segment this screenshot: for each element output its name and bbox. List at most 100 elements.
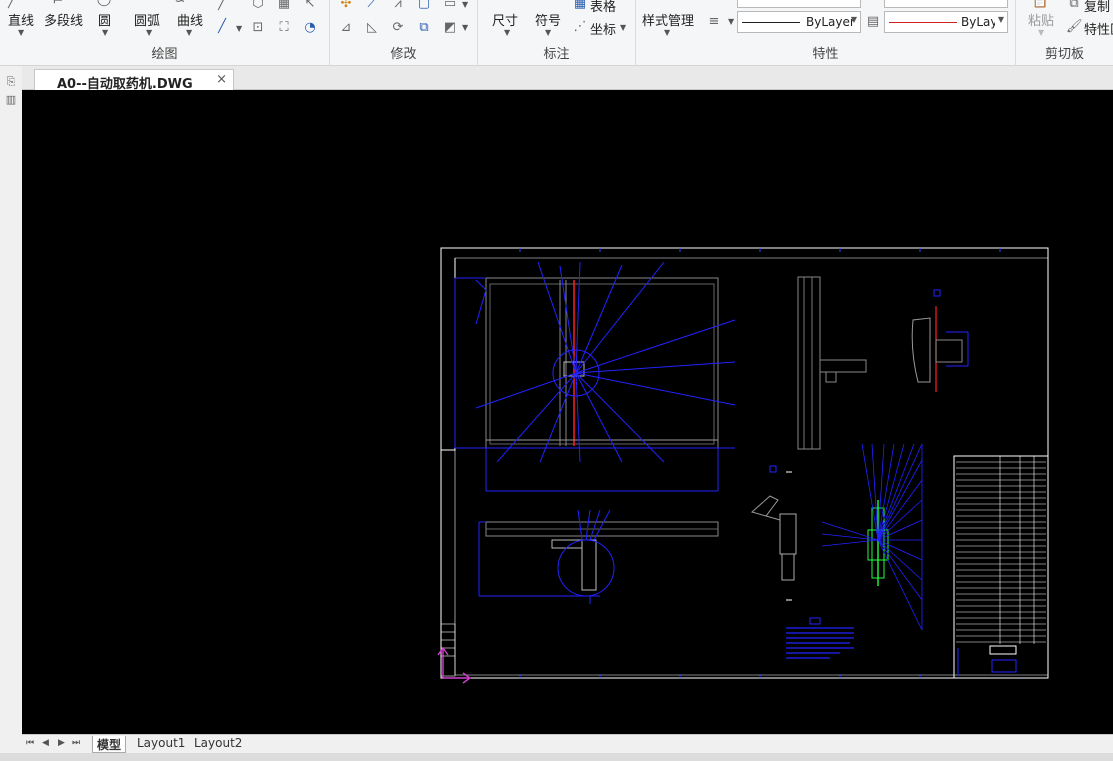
curve-dropdown-caret[interactable]: ▼ xyxy=(186,28,192,37)
rectangle-icon[interactable]: ⊡ xyxy=(250,20,266,36)
sheet-border xyxy=(440,247,1049,679)
circle-button[interactable]: 圆 xyxy=(98,10,111,29)
linetype-value: ByLayer xyxy=(806,15,855,29)
left-toolbar: ⎘ ▥ xyxy=(0,66,22,761)
line-icon: ╱ xyxy=(8,0,16,9)
line-dropdown-caret[interactable]: ▼ xyxy=(18,28,24,37)
hatch-icon[interactable]: ▦ xyxy=(276,0,292,12)
coordinate-icon: ⋰ xyxy=(573,19,587,34)
curve-button[interactable]: 曲线 xyxy=(177,10,203,29)
construction-line-icon[interactable]: ╱ xyxy=(214,19,230,35)
copy-icon: ⧉ xyxy=(1069,0,1079,11)
color-icon[interactable]: ▤ xyxy=(865,14,881,30)
table-button[interactable]: 表格 xyxy=(590,0,616,15)
plot-style-select[interactable] xyxy=(884,0,1008,8)
frame-ticks-top xyxy=(519,248,1001,678)
annotate-panel-title: 标注 xyxy=(543,47,570,62)
cad-drawing xyxy=(437,247,1049,684)
ribbon: ╱ 直线 ▼ ⌐ 多段线 ◯ 圆 ▼ ⌒ 圆弧 ▼ ∽ 曲线 ▼ ╱ ╱ ▼ ⬡… xyxy=(0,0,1113,66)
arc-dropdown-caret[interactable]: ▼ xyxy=(146,28,152,37)
ucs-icon xyxy=(437,646,472,684)
drawing-canvas[interactable] xyxy=(22,90,1113,734)
coordinate-dropdown-caret[interactable]: ▼ xyxy=(620,23,626,32)
layout-tab-bar: ⏮ ◀ ▶ ⏭ 模型 Layout1 Layout2 xyxy=(22,734,1113,753)
first-layout-icon[interactable]: ⏮ xyxy=(26,738,34,748)
front-view xyxy=(454,261,736,492)
gripper-view xyxy=(750,465,797,601)
scale-icon[interactable]: ◺ xyxy=(364,20,380,36)
next-layout-icon[interactable]: ▶ xyxy=(58,738,65,748)
document-tab-bar: A0--自动取药机.DWG × xyxy=(22,66,1113,92)
rotate-icon[interactable]: ⟳ xyxy=(390,20,406,36)
circle-dropdown-caret[interactable]: ▼ xyxy=(102,28,108,37)
style-manager-dropdown-caret[interactable]: ▼ xyxy=(664,28,670,37)
draw-panel: ╱ 直线 ▼ ⌐ 多段线 ◯ 圆 ▼ ⌒ 圆弧 ▼ ∽ 曲线 ▼ ╱ ╱ ▼ ⬡… xyxy=(0,0,330,66)
linetype-select[interactable]: ByLayer ▼ xyxy=(737,11,861,33)
circle-icon: ◯ xyxy=(96,0,112,8)
model-tab[interactable]: 模型 xyxy=(92,736,127,753)
line-button[interactable]: 直线 xyxy=(8,10,34,29)
paste-button[interactable]: 粘贴 xyxy=(1028,10,1054,29)
stretch-icon[interactable]: ⊿ xyxy=(338,20,354,36)
mirror-icon[interactable]: ⩘ xyxy=(390,0,406,12)
annotate-panel: 尺寸 ▼ 符号 ▼ ▦ 表格 ⋰ 坐标 ▼ 标注 xyxy=(478,0,636,66)
detail-view-a xyxy=(911,289,969,392)
color-select[interactable]: ByLay­ ▼ xyxy=(884,11,1008,33)
paste-icon: 📋 xyxy=(1032,0,1049,9)
frame-left-notch xyxy=(441,258,456,451)
offset-icon[interactable]: ▢ xyxy=(416,0,432,12)
style-manager-button[interactable]: 样式管理 xyxy=(642,10,694,29)
arc-button[interactable]: 圆弧 xyxy=(134,10,160,29)
document-tab[interactable]: A0--自动取药机.DWG × xyxy=(34,69,234,92)
properties-panel-title: 特性 xyxy=(812,47,839,62)
lineweight-icon[interactable]: ≡ xyxy=(706,14,722,30)
polyline-button[interactable]: 多段线 xyxy=(44,10,83,29)
erase-icon[interactable]: ▭ xyxy=(442,0,458,12)
match-properties-button[interactable]: 特性匹 xyxy=(1084,19,1113,38)
dimension-dropdown-caret[interactable]: ▼ xyxy=(504,28,510,37)
region-icon[interactable]: ⛶ xyxy=(276,20,292,36)
modify-more-caret[interactable]: ▼ xyxy=(462,0,468,9)
trim-icon[interactable]: ⟋ xyxy=(364,0,380,12)
arc-icon: ⌒ xyxy=(133,0,147,9)
previous-layout-icon[interactable]: ◀ xyxy=(42,738,49,748)
clipboard-panel-title: 剪切板 xyxy=(1044,47,1084,62)
ray-icon[interactable]: ╱ xyxy=(214,0,230,12)
last-layout-icon[interactable]: ⏭ xyxy=(72,738,80,748)
fillet-icon[interactable]: ◩ xyxy=(442,20,458,36)
rail-view xyxy=(478,509,719,604)
properties-palette-icon[interactable]: ▥ xyxy=(3,92,19,108)
clipboard-panel: 📋 粘贴 ▼ ⧉ 复制 🖌 特性匹 剪切板 xyxy=(1016,0,1113,66)
coordinate-button[interactable]: 坐标 xyxy=(590,19,616,38)
layer-select[interactable] xyxy=(737,0,861,8)
lineweight-dropdown-caret[interactable]: ▼ xyxy=(728,17,734,26)
color-preview xyxy=(889,22,957,23)
linetype-preview xyxy=(742,22,800,23)
construction-line-dropdown-caret[interactable]: ▼ xyxy=(236,24,242,33)
draw-panel-title: 绘图 xyxy=(151,47,178,62)
color-value: ByLay­ xyxy=(961,15,995,29)
symbol-button[interactable]: 符号 xyxy=(535,10,561,29)
status-bar xyxy=(0,753,1113,761)
close-icon[interactable]: × xyxy=(216,72,227,87)
dimension-button[interactable]: 尺寸 xyxy=(492,10,518,29)
match-properties-icon: 🖌 xyxy=(1066,19,1083,34)
exploded-assembly-view xyxy=(821,443,923,631)
chevron-down-icon: ▼ xyxy=(997,15,1004,24)
pick-point-icon[interactable]: ↖ xyxy=(302,0,318,12)
title-block xyxy=(953,455,1049,679)
modify-panel-title: 修改 xyxy=(390,47,417,62)
polygon-icon[interactable]: ⬡ xyxy=(250,0,266,12)
layout1-tab[interactable]: Layout1 xyxy=(133,736,189,753)
fillet-dropdown-caret[interactable]: ▼ xyxy=(462,23,468,32)
modify-panel: ✣ ⊿ ⟋ ◺ ⩘ ⟳ ▢ ⧉ ▭ ▼ ◩ ▼ 修改 xyxy=(330,0,478,66)
copy-button[interactable]: 复制 xyxy=(1084,0,1110,15)
file-tab-menu-icon[interactable]: ⎘ xyxy=(3,74,19,90)
move-icon[interactable]: ✣ xyxy=(338,0,354,12)
symbol-dropdown-caret[interactable]: ▼ xyxy=(545,28,551,37)
side-view xyxy=(797,276,867,450)
paste-dropdown-caret[interactable]: ▼ xyxy=(1038,28,1044,37)
layout2-tab[interactable]: Layout2 xyxy=(190,736,246,753)
wipeout-icon[interactable]: ◔ xyxy=(302,20,318,36)
array-icon[interactable]: ⧉ xyxy=(416,20,432,36)
